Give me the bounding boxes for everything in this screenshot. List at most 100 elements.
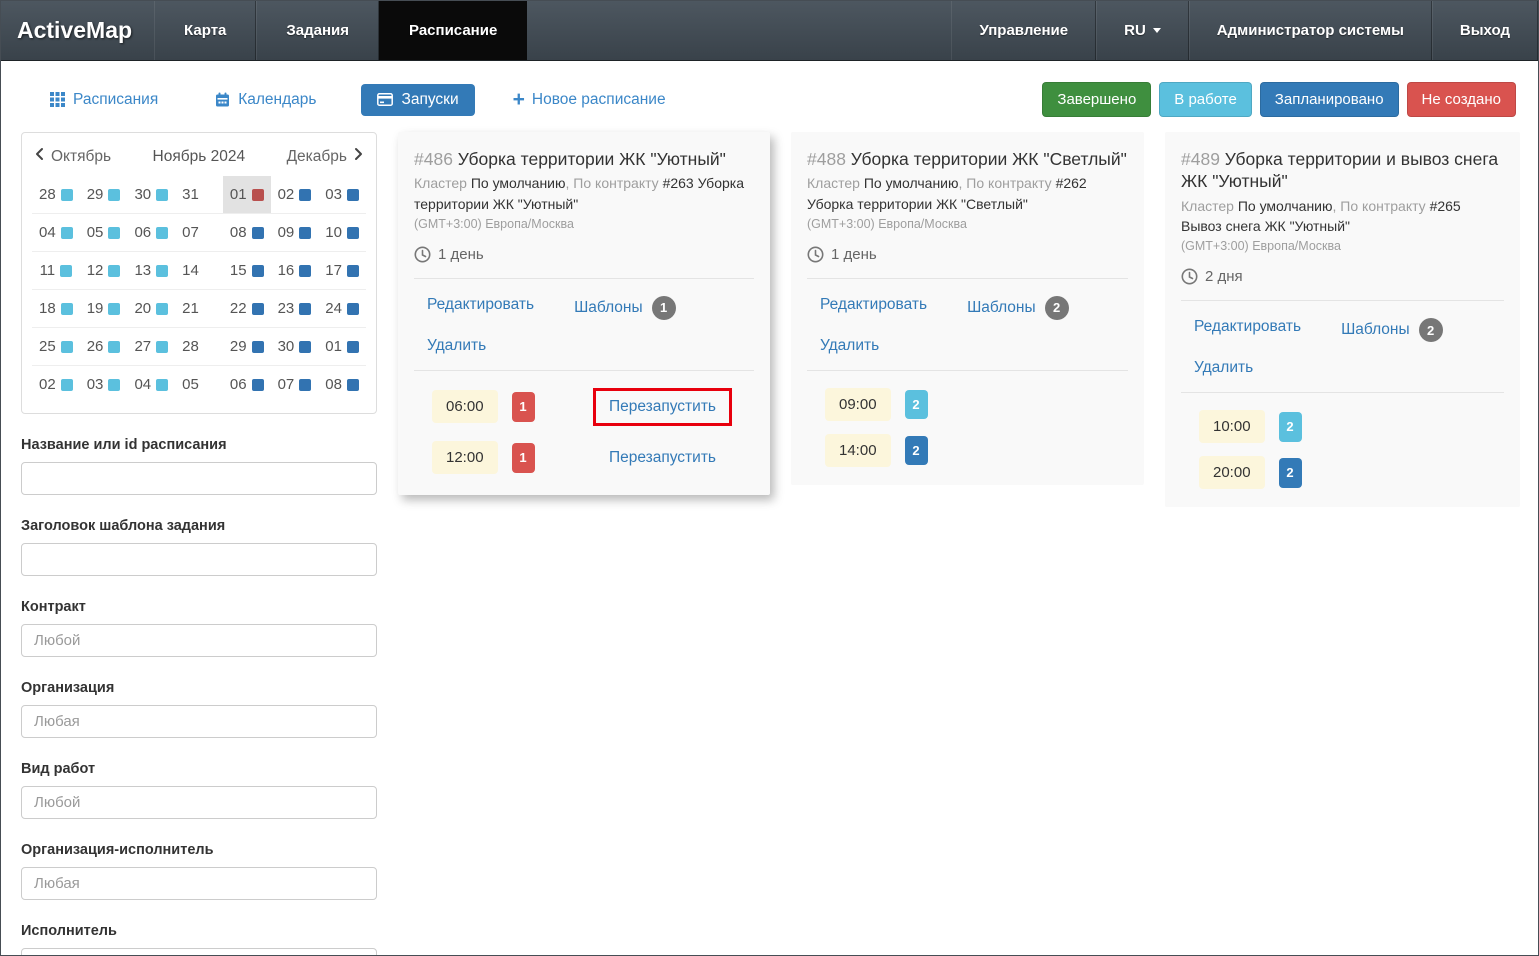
day-number: 14 — [182, 262, 199, 279]
executor-input[interactable] — [21, 948, 377, 956]
calendar-day[interactable]: 08 — [223, 213, 271, 251]
run-row: 06:001Перезапустить — [414, 388, 754, 426]
calendar-day[interactable]: 01 — [318, 327, 366, 365]
nav-tab-Задания[interactable]: Задания — [256, 1, 379, 60]
card-meta: Кластер По умолчанию, По контракту #265 … — [1181, 196, 1504, 237]
delete-link[interactable]: Удалить — [427, 337, 486, 355]
day-status-square — [252, 227, 264, 239]
status-button-Завершено[interactable]: Завершено — [1042, 82, 1151, 117]
work-type-input[interactable] — [21, 786, 377, 819]
run-count-badge[interactable]: 1 — [512, 392, 535, 422]
calendar-day[interactable]: 17 — [318, 251, 366, 289]
calendar-day[interactable]: 07 — [175, 213, 223, 251]
templates-link[interactable]: Шаблоны — [1341, 321, 1410, 339]
nav-item-Выход[interactable]: Выход — [1432, 1, 1538, 60]
chevron-down-icon — [1153, 28, 1161, 33]
calendar-day[interactable]: 29 — [80, 176, 128, 213]
calendar-day[interactable]: 03 — [318, 176, 366, 213]
calendar-day[interactable]: 20 — [127, 289, 175, 327]
calendar-day[interactable]: 23 — [271, 289, 319, 327]
calendar-day-selected[interactable]: 01 — [223, 176, 271, 213]
calendar-day[interactable]: 02 — [271, 176, 319, 213]
calendar-day[interactable]: 06 — [223, 365, 271, 403]
day-number: 13 — [134, 262, 151, 279]
nav-item-Управление[interactable]: Управление — [951, 1, 1096, 60]
schedule-cards: #486 Уборка территории ЖК "Уютный"Класте… — [398, 132, 1520, 507]
view-button-Расписания[interactable]: Расписания — [38, 84, 170, 116]
calendar-day[interactable]: 14 — [175, 251, 223, 289]
restart-link[interactable]: Перезапустить — [609, 398, 716, 415]
calendar-day[interactable]: 09 — [271, 213, 319, 251]
view-button-Запуски[interactable]: Запуски — [361, 84, 474, 116]
contractor-organization-input[interactable] — [21, 867, 377, 900]
calendar-day[interactable]: 19 — [80, 289, 128, 327]
calendar-day[interactable]: 07 — [271, 365, 319, 403]
nav-tab-Карта[interactable]: Карта — [154, 1, 256, 60]
calendar-day[interactable]: 27 — [127, 327, 175, 365]
app-logo[interactable]: ActiveMap — [1, 1, 154, 60]
run-action-wrap: Перезапустить — [593, 439, 732, 477]
calendar-day[interactable]: 26 — [80, 327, 128, 365]
calendar-day[interactable]: 24 — [318, 289, 366, 327]
edit-link[interactable]: Редактировать — [1194, 318, 1301, 342]
run-count-badge[interactable]: 2 — [1279, 458, 1302, 488]
run-count-badge[interactable]: 2 — [905, 436, 928, 466]
run-count-badge[interactable]: 2 — [1279, 412, 1302, 442]
run-count-badge[interactable]: 1 — [512, 443, 535, 473]
calendar-day[interactable]: 30 — [271, 327, 319, 365]
calendar-day[interactable]: 06 — [127, 213, 175, 251]
calendar-prev-month[interactable]: Октябрь — [34, 147, 111, 166]
calendar-day[interactable]: 05 — [80, 213, 128, 251]
status-button-Запланировано[interactable]: Запланировано — [1260, 82, 1399, 117]
calendar-day[interactable]: 22 — [223, 289, 271, 327]
calendar-day[interactable]: 28 — [175, 327, 223, 365]
calendar-day[interactable]: 28 — [32, 176, 80, 213]
calendar-day[interactable]: 05 — [175, 365, 223, 403]
status-button-В работе[interactable]: В работе — [1159, 82, 1252, 117]
templates-count-badge: 2 — [1419, 318, 1443, 342]
delete-link[interactable]: Удалить — [1194, 359, 1253, 377]
calendar-day[interactable]: 29 — [223, 327, 271, 365]
calendar-day[interactable]: 12 — [80, 251, 128, 289]
calendar-day[interactable]: 02 — [32, 365, 80, 403]
edit-link[interactable]: Редактировать — [820, 296, 927, 320]
restart-link[interactable]: Перезапустить — [609, 449, 716, 466]
templates-link[interactable]: Шаблоны — [967, 299, 1036, 317]
delete-link[interactable]: Удалить — [820, 337, 879, 355]
nav-tab-Расписание[interactable]: Расписание — [379, 1, 527, 60]
calendar-day[interactable]: 30 — [127, 176, 175, 213]
run-count-badge[interactable]: 2 — [905, 390, 928, 420]
nav-item-Администратор системы[interactable]: Администратор системы — [1189, 1, 1432, 60]
card-duration: 1 день — [414, 246, 754, 263]
calendar-day[interactable]: 15 — [223, 251, 271, 289]
calendar-next-month[interactable]: Декабрь — [287, 147, 364, 166]
calendar-day[interactable]: 16 — [271, 251, 319, 289]
task-template-title-input[interactable] — [21, 543, 377, 576]
calendar-day[interactable]: 21 — [175, 289, 223, 327]
calendar-day[interactable]: 04 — [32, 213, 80, 251]
calendar-day[interactable]: 13 — [127, 251, 175, 289]
day-number: 01 — [230, 186, 247, 203]
clock-icon — [1181, 268, 1198, 285]
calendar-day[interactable]: 04 — [127, 365, 175, 403]
day-status-square — [347, 379, 359, 391]
contract-input[interactable] — [21, 624, 377, 657]
view-button-Календарь[interactable]: Календарь — [203, 84, 328, 116]
day-status-square — [108, 379, 120, 391]
calendar-day[interactable]: 11 — [32, 251, 80, 289]
status-button-Не создано[interactable]: Не создано — [1407, 82, 1516, 117]
calendar-day[interactable]: 08 — [318, 365, 366, 403]
nav-item-RU[interactable]: RU — [1096, 1, 1189, 60]
day-number: 18 — [39, 300, 56, 317]
new-schedule-link[interactable]: + Новое расписание — [513, 91, 666, 109]
calendar-day[interactable]: 03 — [80, 365, 128, 403]
calendar-day[interactable]: 31 — [175, 176, 223, 213]
schedule-name-or-id-input[interactable] — [21, 462, 377, 495]
calendar-day[interactable]: 18 — [32, 289, 80, 327]
calendar-day[interactable]: 10 — [318, 213, 366, 251]
edit-link[interactable]: Редактировать — [427, 296, 534, 320]
templates-link[interactable]: Шаблоны — [574, 299, 643, 317]
calendar-day[interactable]: 25 — [32, 327, 80, 365]
card-runs: 09:00214:002 — [807, 371, 1128, 467]
organization-input[interactable] — [21, 705, 377, 738]
